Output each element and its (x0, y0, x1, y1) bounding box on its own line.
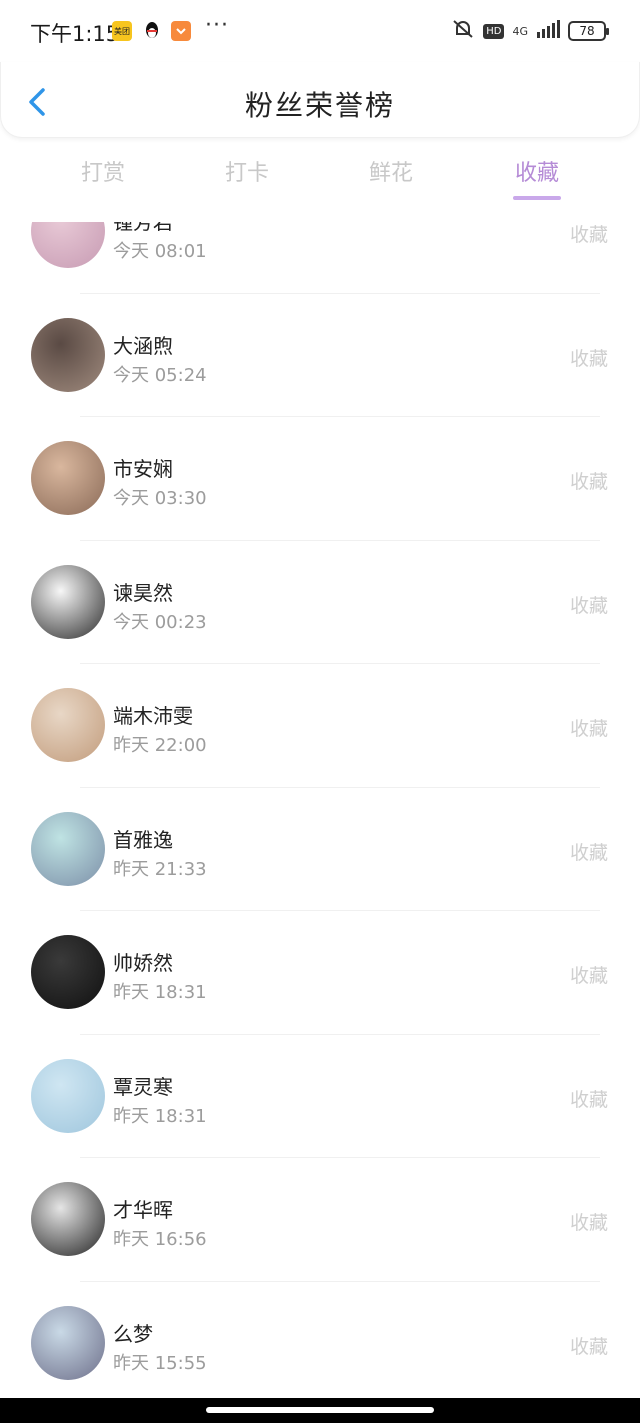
avatar[interactable] (31, 688, 105, 762)
qq-penguin-icon (142, 21, 162, 41)
fan-timestamp: 昨天 18:31 (113, 982, 207, 1003)
fan-name: 才华晖 (113, 1198, 173, 1222)
fan-timestamp: 昨天 21:33 (113, 858, 207, 880)
meituan-app-icon: 美团 (112, 21, 132, 41)
action-label: 收藏 (569, 965, 608, 987)
action-label: 收藏 (569, 1212, 608, 1234)
fan-timestamp: 今天 03:30 (113, 488, 207, 509)
avatar[interactable] (31, 1182, 105, 1256)
tab-favorites[interactable]: 收藏 (492, 155, 582, 187)
header-bar: 粉丝荣誉榜 (0, 62, 640, 138)
fan-name: 谏昊然 (113, 580, 173, 605)
list-item[interactable]: 首雅逸昨天 21:33 收藏 (0, 788, 640, 912)
action-label: 收藏 (569, 224, 608, 246)
taobao-app-icon (171, 21, 191, 41)
tab-tipping[interactable]: 打赏 (58, 155, 148, 187)
fan-timestamp: 昨天 15:55 (113, 1352, 207, 1374)
fan-list[interactable]: 锺芳岩 今天 08:01 收藏 大涵煦 今天 05:24 收藏 市安娴 今天 03:30 收藏谏… (0, 222, 640, 1398)
active-tab-indicator (513, 196, 561, 200)
fan-name: 端木沛雯 (113, 704, 193, 728)
signal-icon (536, 20, 560, 42)
battery-indicator: 78 (568, 21, 609, 41)
status-bar: 下午1:15 美团 ··· HD 4G 78 (0, 0, 640, 62)
fan-timestamp: 今天 05:24 (113, 364, 207, 386)
more-notifications-icon: ··· (205, 13, 229, 38)
action-label: 收藏 (569, 347, 608, 370)
action-label: 收藏 (569, 471, 608, 493)
fan-name: 覃灵寒 (113, 1074, 173, 1099)
home-indicator[interactable] (206, 1407, 434, 1413)
action-label: 收藏 (569, 1335, 608, 1358)
status-time: 下午1:15 (30, 22, 120, 46)
tab-flowers[interactable]: 鲜花 (346, 155, 436, 187)
list-item[interactable]: 市安娴今天 03:30 收藏 (0, 417, 640, 541)
avatar[interactable] (31, 1058, 105, 1133)
list-item[interactable]: 帅娇然昨天 18:31 收藏 (0, 911, 640, 1035)
fan-timestamp: 今天 00:23 (113, 611, 207, 633)
fan-name: 帅娇然 (113, 951, 173, 975)
avatar[interactable] (31, 1305, 105, 1380)
action-label: 收藏 (569, 1088, 608, 1111)
avatar[interactable] (31, 811, 105, 886)
list-item[interactable]: 覃灵寒昨天 18:31 收藏 (0, 1035, 640, 1159)
avatar[interactable] (31, 317, 105, 392)
system-navigation-bar (0, 1398, 640, 1423)
network-type: 4G (512, 24, 528, 38)
fan-timestamp: 今天 08:01 (113, 241, 207, 262)
action-label: 收藏 (569, 841, 608, 864)
fan-name: 大涵煦 (113, 333, 173, 358)
fan-name: 么梦 (113, 1321, 153, 1346)
fan-name: 首雅逸 (113, 827, 173, 852)
list-item[interactable]: 么梦昨天 15:55 收藏 (0, 1282, 640, 1399)
avatar[interactable] (31, 564, 105, 639)
list-item[interactable]: 才华晖昨天 16:56 收藏 (0, 1158, 640, 1282)
avatar[interactable] (31, 222, 105, 268)
list-item[interactable]: 谏昊然今天 00:23 收藏 (0, 541, 640, 665)
list-item[interactable]: 大涵煦今天 05:24 收藏 (0, 294, 640, 418)
fan-name: 市安娴 (113, 457, 173, 481)
hd-badge: HD (483, 23, 505, 39)
avatar[interactable] (31, 441, 105, 515)
fan-name: 锺芳岩 (113, 222, 173, 234)
tab-checkin[interactable]: 打卡 (202, 155, 292, 187)
action-label: 收藏 (569, 718, 608, 740)
page-title: 粉丝荣誉榜 (244, 89, 395, 122)
avatar[interactable] (31, 935, 105, 1009)
fan-timestamp: 昨天 16:56 (113, 1229, 207, 1250)
fan-timestamp: 昨天 22:00 (113, 735, 207, 756)
fan-timestamp: 昨天 18:31 (113, 1105, 207, 1127)
list-item[interactable]: 端木沛雯昨天 22:00 收藏 (0, 664, 640, 788)
list-item[interactable]: 锺芳岩今天 08:01 收藏 (0, 222, 640, 294)
action-label: 收藏 (569, 594, 608, 617)
tab-bar: 打赏 打卡 鲜花 收藏 (0, 145, 640, 205)
mute-bell-icon (451, 18, 475, 44)
